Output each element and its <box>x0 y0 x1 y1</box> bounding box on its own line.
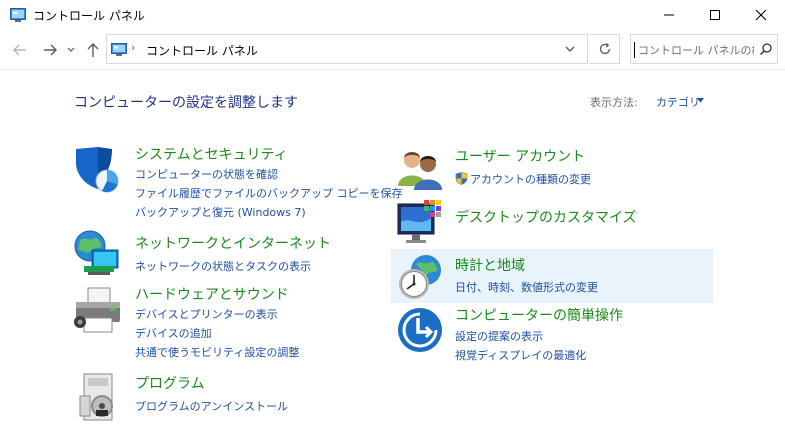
link-network-status-tasks[interactable]: ネットワークの状態とタスクの表示 <box>135 258 311 274</box>
refresh-button[interactable] <box>590 34 620 64</box>
ease-of-access-icon[interactable] <box>396 306 446 356</box>
minimize-button[interactable] <box>646 0 692 30</box>
breadcrumb-separator[interactable]: › <box>131 41 135 54</box>
link-mobility-settings[interactable]: 共通で使うモビリティ設定の調整 <box>135 344 299 360</box>
view-by-label: 表示方法: <box>590 96 638 109</box>
close-button[interactable] <box>738 0 784 30</box>
chevron-down-icon[interactable] <box>563 42 577 56</box>
control-panel-icon <box>10 8 26 22</box>
link-add-device[interactable]: デバイスの追加 <box>135 325 212 341</box>
maximize-icon <box>710 10 720 20</box>
shield-icon[interactable] <box>72 145 122 195</box>
search-input[interactable]: コントロール パネルの検... <box>634 42 754 58</box>
printer-icon[interactable] <box>72 286 122 336</box>
refresh-icon <box>599 42 610 55</box>
arrow-up-icon <box>87 43 99 57</box>
program-box-icon[interactable] <box>76 372 126 422</box>
link-file-history-backup[interactable]: ファイル履歴でファイルのバックアップ コピーを保存 <box>135 185 403 201</box>
category-system-security[interactable]: システムとセキュリティ <box>135 144 288 164</box>
page-title: コンピューターの設定を調整します <box>74 95 298 111</box>
link-check-computer-status[interactable]: コンピューターの状態を確認 <box>135 166 278 182</box>
arrow-left-icon <box>13 44 26 56</box>
maximize-button[interactable] <box>692 0 738 30</box>
link-backup-restore[interactable]: バックアップと復元 (Windows 7) <box>135 204 306 220</box>
link-change-account-type-label[interactable]: アカウントの種類の変更 <box>470 173 591 186</box>
search-box[interactable]: コントロール パネルの検... <box>630 34 778 64</box>
recent-locations-button[interactable] <box>64 39 78 61</box>
link-devices-printers[interactable]: デバイスとプリンターの表示 <box>135 306 278 322</box>
uac-shield-icon <box>455 172 468 185</box>
category-hardware-sound[interactable]: ハードウェアとサウンド <box>135 284 289 304</box>
category-programs[interactable]: プログラム <box>135 373 205 393</box>
caret-down-icon[interactable] <box>697 98 704 103</box>
up-button[interactable] <box>82 39 104 61</box>
view-by-dropdown[interactable]: カテゴリ <box>656 94 700 110</box>
category-user-accounts[interactable]: ユーザー アカウント <box>455 146 585 166</box>
arrow-right-icon <box>44 44 57 56</box>
forward-button[interactable] <box>38 39 62 61</box>
minimize-icon <box>664 14 674 16</box>
category-appearance[interactable]: デスクトップのカスタマイズ <box>455 207 637 227</box>
control-panel-icon <box>111 43 127 56</box>
category-clock-region[interactable]: 時計と地域 <box>455 255 525 275</box>
chevron-down-icon <box>67 47 75 52</box>
clock-globe-icon[interactable] <box>396 252 446 302</box>
navigation-bar: › コントロール パネル コントロール パネルの検... <box>0 31 785 69</box>
toolbar-divider <box>0 69 785 70</box>
link-uninstall-program[interactable]: プログラムのアンインストール <box>135 398 288 414</box>
category-network-internet[interactable]: ネットワークとインターネット <box>135 233 331 253</box>
search-icon[interactable] <box>759 42 773 56</box>
category-ease-of-access[interactable]: コンピューターの簡単操作 <box>455 305 623 325</box>
address-bar[interactable]: › コントロール パネル <box>106 34 588 64</box>
network-globe-icon[interactable] <box>72 228 122 278</box>
link-date-time-number-format[interactable]: 日付、時刻、数値形式の変更 <box>455 279 598 295</box>
back-button[interactable] <box>8 39 32 61</box>
desktop-monitor-icon[interactable] <box>396 198 446 248</box>
users-icon[interactable] <box>396 144 446 194</box>
link-optimize-visual-display[interactable]: 視覚ディスプレイの最適化 <box>455 347 586 363</box>
title-bar: コントロール パネル <box>0 0 785 31</box>
window-title: コントロール パネル <box>33 9 145 23</box>
link-get-recommendations[interactable]: 設定の提案の表示 <box>455 328 543 344</box>
link-change-account-type[interactable]: アカウントの種類の変更 <box>455 171 591 187</box>
breadcrumb-item[interactable]: コントロール パネル <box>146 42 258 59</box>
close-icon <box>755 9 767 21</box>
